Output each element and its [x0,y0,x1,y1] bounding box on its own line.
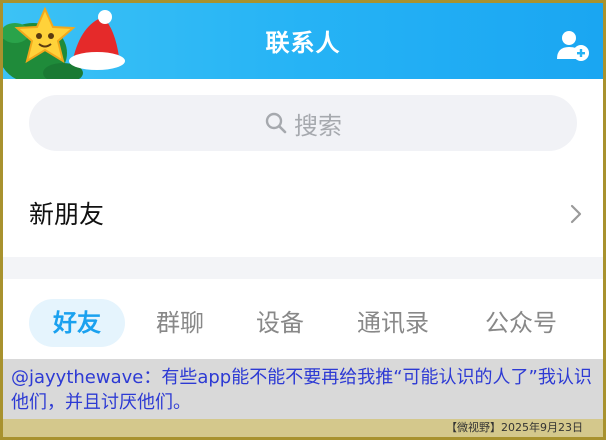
contact-tabs: 好友 群聊 设备 通讯录 公众号 [3,279,603,359]
tab-official-accounts[interactable]: 公众号 [463,299,579,347]
search-bar[interactable]: 搜索 [29,95,577,151]
page-title: 联系人 [265,29,341,57]
tab-devices[interactable]: 设备 [235,299,325,347]
search-icon [265,112,287,134]
new-friends-row[interactable]: 新朋友 [3,175,603,257]
top-bar: 联系人 [3,3,603,79]
tab-address-book[interactable]: 通讯录 [335,299,451,347]
footer-source-date: 【微视野】2025年9月23日 [446,421,583,434]
chevron-right-icon [570,204,582,224]
search-section: 搜索 [3,79,603,175]
add-contact-icon[interactable] [555,29,591,61]
new-friends-label: 新朋友 [29,200,105,229]
search-placeholder: 搜索 [294,111,342,140]
section-divider [3,257,603,279]
tab-friends[interactable]: 好友 [29,299,125,347]
screenshot-frame: 联系人 搜索 新朋友 好友 群聊 设备 通讯录 公众号 @jayythewave… [0,0,606,440]
footer-bar: 【微视野】2025年9月23日 [3,419,603,437]
caption-text: @jayythewave：有些app能不能不要再给我推“可能认识的人了”我认识他… [3,359,603,419]
tab-groups[interactable]: 群聊 [135,299,225,347]
